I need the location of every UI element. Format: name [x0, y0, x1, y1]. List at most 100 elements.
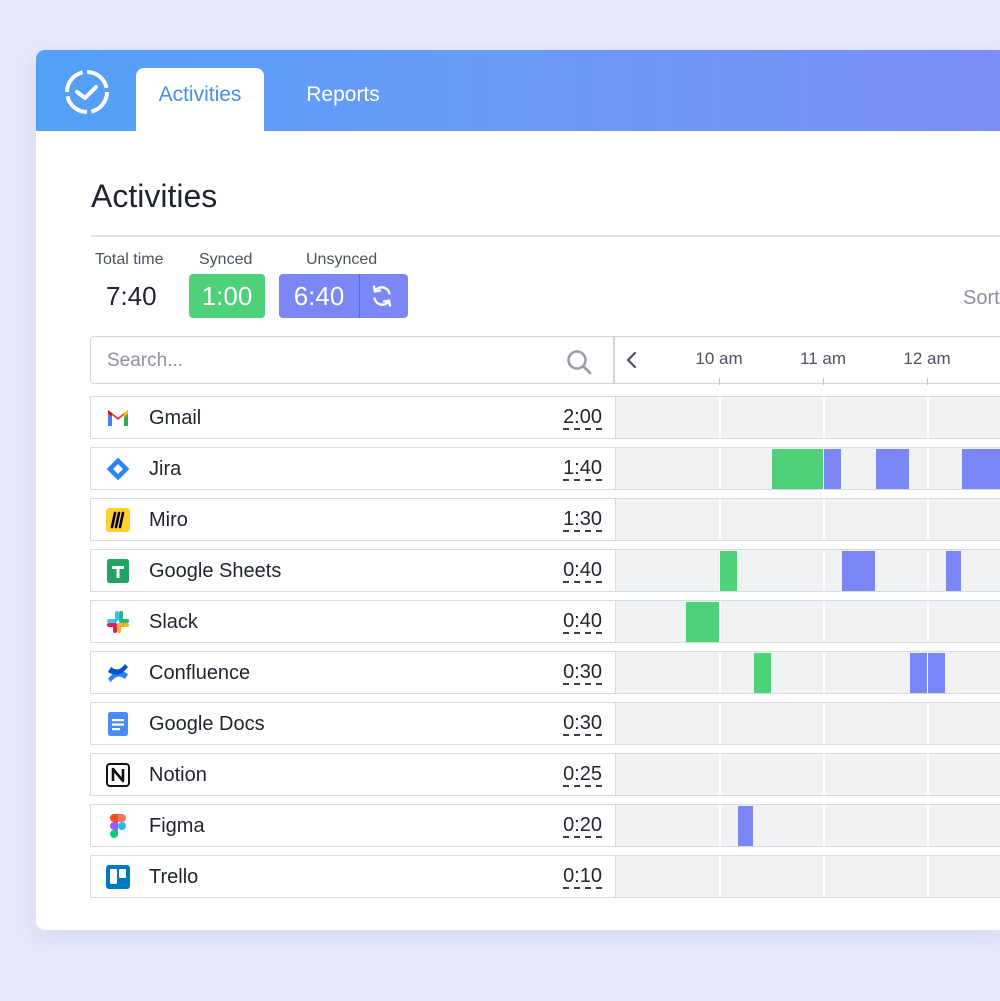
confluence-icon: [105, 660, 131, 686]
hour-grid-line: [719, 805, 721, 846]
hour-grid-line: [823, 652, 825, 693]
activity-name: Gmail: [149, 407, 202, 429]
activity-duration[interactable]: 0:30: [563, 661, 602, 685]
activity-duration[interactable]: 2:00: [563, 406, 602, 430]
unsynced-time-segment[interactable]: [738, 806, 753, 846]
unsynced-time-segment[interactable]: [876, 449, 909, 489]
activity-row[interactable]: Confluence 0:30: [90, 651, 1000, 694]
hour-grid-line: [927, 397, 929, 438]
unsynced-time-badge: 6:40: [279, 274, 408, 318]
badge-divider: [359, 274, 360, 318]
google-sheets-icon: [105, 558, 131, 584]
activity-row[interactable]: Google Sheets 0:40: [90, 549, 1000, 592]
activity-name: Google Docs: [149, 713, 265, 735]
hour-tick: [823, 378, 824, 385]
hour-grid-line: [823, 397, 825, 438]
hour-grid-line: [719, 601, 721, 642]
hour-grid-line: [927, 856, 929, 897]
activity-duration[interactable]: 0:20: [563, 814, 602, 838]
activity-name: Figma: [149, 815, 205, 837]
hour-grid-line: [927, 754, 929, 795]
tab-activities[interactable]: Activities: [136, 68, 264, 131]
activity-timeline-track: [615, 754, 1000, 795]
activity-row[interactable]: Jira 1:40: [90, 447, 1000, 490]
activity-timeline-track: [615, 397, 1000, 438]
activity-row[interactable]: Notion 0:25: [90, 753, 1000, 796]
hour-grid-line: [719, 652, 721, 693]
activity-duration[interactable]: 0:30: [563, 712, 602, 736]
jira-icon: [105, 456, 131, 482]
activity-duration[interactable]: 0:10: [563, 865, 602, 889]
activity-row[interactable]: Trello 0:10: [90, 855, 1000, 898]
search-input[interactable]: [105, 347, 549, 375]
synced-time-segment[interactable]: [772, 449, 823, 489]
stopwatch-icon[interactable]: [62, 66, 112, 116]
activity-duration[interactable]: 1:40: [563, 457, 602, 481]
activity-duration[interactable]: 0:25: [563, 763, 602, 787]
synced-time-segment[interactable]: [686, 602, 719, 642]
activity-duration[interactable]: 0:40: [563, 559, 602, 583]
tab-reports[interactable]: Reports: [278, 68, 408, 131]
hour-grid-line: [719, 448, 721, 489]
synced-time-segment[interactable]: [754, 653, 771, 693]
activity-name: Google Sheets: [149, 560, 282, 582]
activity-timeline-track: [615, 856, 1000, 897]
activity-duration[interactable]: 0:40: [563, 610, 602, 634]
unsynced-time-segment[interactable]: [910, 653, 927, 693]
activity-name: Slack: [149, 611, 198, 633]
unsynced-time-segment[interactable]: [962, 449, 1000, 489]
hour-grid-line: [823, 499, 825, 540]
hour-tick: [719, 378, 720, 385]
search-box[interactable]: [90, 336, 614, 384]
activity-timeline-track: [615, 703, 1000, 744]
app-window: Activities Reports Activities Total time…: [36, 50, 1000, 930]
hour-grid-line: [823, 550, 825, 591]
figma-icon: [105, 813, 131, 839]
unsynced-time-segment[interactable]: [946, 551, 961, 591]
hour-label-10am: 10 am: [695, 349, 743, 368]
search-icon[interactable]: [565, 348, 593, 376]
google-docs-icon: [105, 711, 131, 737]
hour-grid-line: [927, 703, 929, 744]
unsynced-label: Unsynced: [306, 251, 378, 268]
hour-tick: [927, 378, 928, 385]
total-time-value: 7:40: [106, 281, 157, 311]
activity-row[interactable]: Miro 1:30: [90, 498, 1000, 541]
miro-icon: [105, 507, 131, 533]
unsynced-time-segment[interactable]: [824, 449, 841, 489]
sort-label[interactable]: Sort: [963, 287, 1000, 310]
hour-grid-line: [719, 754, 721, 795]
refresh-icon[interactable]: [369, 283, 395, 309]
hour-grid-line: [927, 805, 929, 846]
total-time-label: Total time: [95, 251, 164, 268]
hour-grid-line: [927, 448, 929, 489]
hour-label-11am: 11 am: [800, 349, 846, 368]
hour-grid-line: [823, 856, 825, 897]
gmail-icon: [105, 405, 131, 431]
hour-grid-line: [719, 499, 721, 540]
hour-grid-line: [823, 703, 825, 744]
slack-icon: [105, 609, 131, 635]
activity-name: Jira: [149, 458, 182, 480]
hour-grid-line: [719, 397, 721, 438]
chevron-left-icon[interactable]: [623, 350, 641, 370]
unsynced-time-value: 6:40: [293, 281, 345, 311]
unsynced-time-segment[interactable]: [928, 653, 945, 693]
activity-row[interactable]: Gmail 2:00: [90, 396, 1000, 439]
activity-timeline-track: [615, 601, 1000, 642]
trello-icon: [105, 864, 131, 890]
activity-timeline-track: [615, 805, 1000, 846]
activity-row[interactable]: Google Docs 0:30: [90, 702, 1000, 745]
activity-row[interactable]: Figma 0:20: [90, 804, 1000, 847]
hour-grid-line: [823, 805, 825, 846]
activity-name: Miro: [149, 509, 188, 531]
unsynced-time-segment[interactable]: [842, 551, 875, 591]
top-navigation-bar: Activities Reports: [36, 50, 1000, 131]
synced-time-segment[interactable]: [720, 551, 737, 591]
activity-timeline-track: [615, 550, 1000, 591]
activity-duration[interactable]: 1:30: [563, 508, 602, 532]
notion-icon: [105, 762, 131, 788]
activity-row[interactable]: Slack 0:40: [90, 600, 1000, 643]
hour-label-12am: 12 am: [903, 349, 951, 368]
synced-time-badge: 1:00: [189, 274, 265, 318]
